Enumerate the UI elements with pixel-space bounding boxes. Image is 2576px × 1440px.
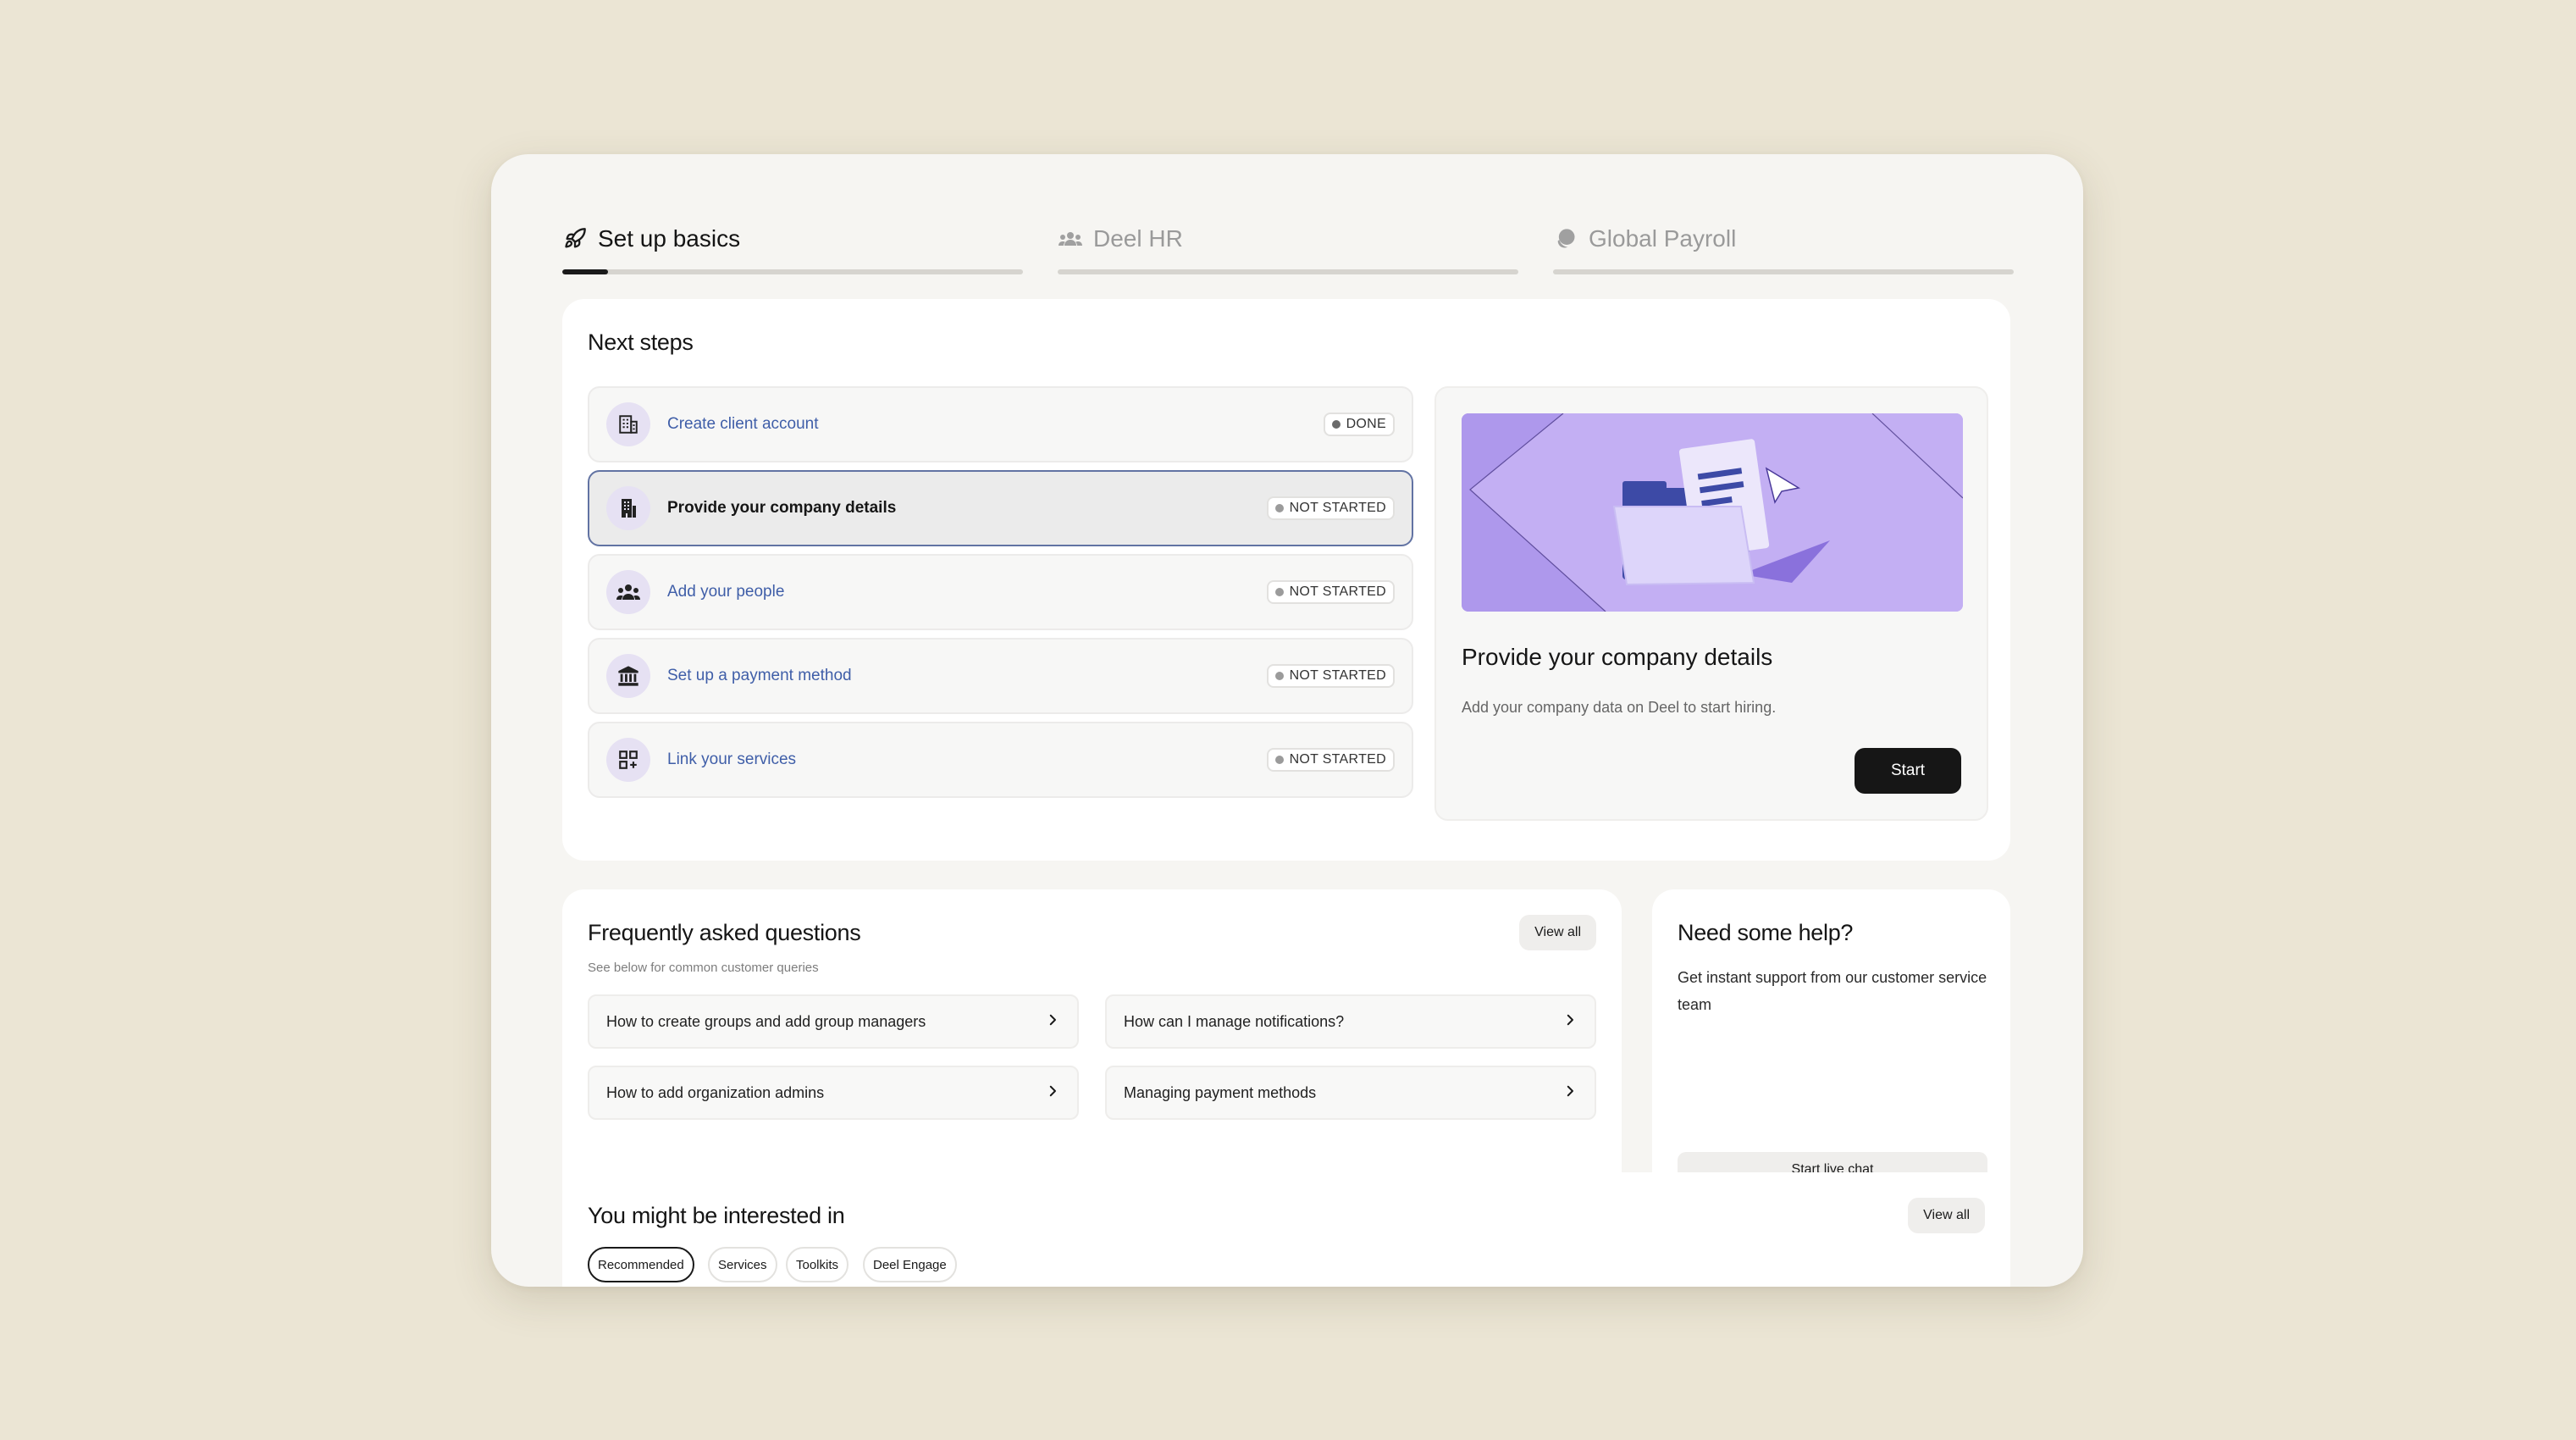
chip-deel-engage[interactable]: Deel Engage: [863, 1247, 957, 1282]
next-steps-title: Next steps: [588, 330, 694, 355]
interested-title: You might be interested in: [588, 1203, 845, 1228]
status-text: NOT STARTED: [1289, 584, 1386, 599]
start-button[interactable]: Start: [1855, 748, 1961, 794]
chevron-right-icon: [1045, 1012, 1060, 1032]
interested-view-all-button[interactable]: View all: [1908, 1198, 1985, 1233]
step-add-your-people[interactable]: Add your people NOT STARTED: [588, 554, 1413, 630]
next-steps-card: Next steps Create client account DONE Pr…: [562, 299, 2010, 861]
faq-question: How to add organization admins: [606, 1083, 825, 1101]
faq-view-all-button[interactable]: View all: [1519, 915, 1596, 950]
help-title: Need some help?: [1678, 920, 1854, 945]
step-label: Provide your company details: [667, 499, 897, 517]
status-text: NOT STARTED: [1289, 668, 1386, 683]
status-dot: [1274, 756, 1284, 764]
detail-title: Provide your company details: [1462, 644, 1773, 670]
step-label: Set up a payment method: [667, 667, 852, 684]
step-label: Add your people: [667, 583, 785, 601]
status-badge: NOT STARTED: [1266, 580, 1395, 604]
building-icon: [606, 402, 650, 446]
company-documents-illustration: [1462, 413, 1963, 612]
status-dot: [1274, 588, 1284, 596]
chip-services[interactable]: Services: [708, 1247, 777, 1282]
step-label: Link your services: [667, 750, 797, 768]
faq-item[interactable]: How to add organization admins: [588, 1066, 1079, 1120]
status-badge: NOT STARTED: [1266, 664, 1395, 688]
step-set-up-payment-method[interactable]: Set up a payment method NOT STARTED: [588, 638, 1413, 714]
chevron-right-icon: [1045, 1083, 1060, 1103]
step-detail-panel: Provide your company details Add your co…: [1434, 386, 1988, 821]
status-dot: [1274, 504, 1284, 512]
faq-subtitle: See below for common customer queries: [588, 961, 819, 975]
detail-description: Add your company data on Deel to start h…: [1462, 699, 1777, 716]
tab-set-up-basics[interactable]: Set up basics: [562, 222, 1023, 274]
faq-card: Frequently asked questions See below for…: [562, 889, 1622, 1211]
step-provide-company-details[interactable]: Provide your company details NOT STARTED: [588, 470, 1413, 546]
tab-label: Global Payroll: [1589, 225, 1737, 252]
help-text: Get instant support from our customer se…: [1678, 969, 1987, 1013]
tab-progress-fill: [562, 269, 609, 274]
tab-progress-bar: [1553, 269, 2014, 274]
step-link-your-services[interactable]: Link your services NOT STARTED: [588, 722, 1413, 798]
faq-item[interactable]: How can I manage notifications?: [1105, 994, 1596, 1049]
tab-deel-hr[interactable]: Deel HR: [1058, 222, 1518, 274]
status-badge: DONE: [1323, 413, 1395, 436]
status-dot: [1274, 672, 1284, 680]
tab-label: Deel HR: [1093, 225, 1183, 252]
people-icon: [1058, 226, 1083, 252]
bank-icon: [606, 654, 650, 698]
faq-question: How can I manage notifications?: [1124, 1012, 1345, 1030]
status-badge: NOT STARTED: [1266, 748, 1395, 772]
tab-progress-bar: [1058, 269, 1518, 274]
coin-icon: [1553, 226, 1578, 252]
status-text: NOT STARTED: [1289, 501, 1386, 515]
faq-title: Frequently asked questions: [588, 920, 861, 945]
step-create-client-account[interactable]: Create client account DONE: [588, 386, 1413, 462]
help-card: Need some help? Get instant support from…: [1652, 889, 2010, 1211]
onboarding-window: Set up basics Deel HR Global Payroll Nex…: [491, 154, 2083, 1287]
status-dot: [1331, 420, 1341, 429]
chip-toolkits[interactable]: Toolkits: [786, 1247, 849, 1282]
tab-progress-bar: [562, 269, 1023, 274]
faq-item[interactable]: How to create groups and add group manag…: [588, 994, 1079, 1049]
tab-label: Set up basics: [598, 225, 741, 252]
faq-question: Managing payment methods: [1124, 1083, 1317, 1101]
chip-recommended[interactable]: Recommended: [588, 1247, 694, 1282]
people-icon: [606, 570, 650, 614]
faq-question: How to create groups and add group manag…: [606, 1012, 926, 1030]
status-text: DONE: [1346, 417, 1386, 431]
chevron-right-icon: [1562, 1012, 1578, 1032]
status-badge: NOT STARTED: [1266, 496, 1395, 520]
onboarding-tabs: Set up basics Deel HR Global Payroll: [562, 222, 2014, 274]
tab-global-payroll[interactable]: Global Payroll: [1553, 222, 2014, 274]
status-text: NOT STARTED: [1289, 752, 1386, 767]
interested-card: You might be interested in View all Reco…: [562, 1172, 2010, 1287]
chevron-right-icon: [1562, 1083, 1578, 1103]
step-label: Create client account: [667, 415, 819, 433]
rocket-icon: [562, 226, 588, 252]
apps-add-icon: [606, 738, 650, 782]
office-building-icon: [606, 486, 650, 530]
faq-item[interactable]: Managing payment methods: [1105, 1066, 1596, 1120]
